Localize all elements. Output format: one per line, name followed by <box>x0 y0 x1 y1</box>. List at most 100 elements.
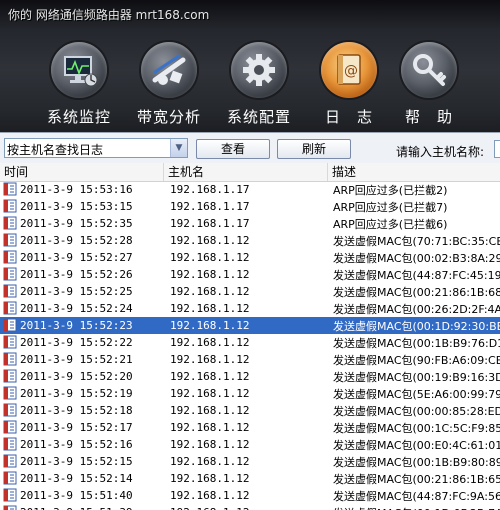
cell-host: 192.168.1.12 <box>170 370 250 383</box>
cell-host: 192.168.1.17 <box>170 217 250 230</box>
column-header-desc[interactable]: 描述 <box>328 163 500 181</box>
cell-host: 192.168.1.12 <box>170 353 250 366</box>
table-row[interactable]: 2011-3-9 15:52:16 192.168.1.12 发送虚假MAC包(00… <box>0 436 500 453</box>
table-row[interactable]: 2011-3-9 15:52:22 192.168.1.12 发送虚假MAC包(00… <box>0 334 500 351</box>
cell-time: 2011-3-9 15:52:19 <box>20 387 133 400</box>
cell-desc: 发送虚假MAC包(00:1D:92:30:BE <box>333 320 500 333</box>
cell-host: 192.168.1.12 <box>170 336 250 349</box>
log-entry-icon <box>3 233 17 247</box>
cell-desc: 发送虚假MAC包(00:02:B3:8A:29 <box>333 252 500 265</box>
log-entry-icon <box>3 369 17 383</box>
cell-time: 2011-3-9 15:52:26 <box>20 268 133 281</box>
cell-time: 2011-3-9 15:52:35 <box>20 217 133 230</box>
column-header-host[interactable]: 主机名 <box>164 163 328 181</box>
log-entry-icon <box>3 301 17 315</box>
log-entry-icon <box>3 454 17 468</box>
table-row[interactable]: 2011-3-9 15:52:23 192.168.1.12 发送虚假MAC包(00… <box>0 317 500 334</box>
svg-text:@: @ <box>344 63 358 79</box>
cell-desc: 发送虚假MAC包(44:87:FC:45:19 <box>333 269 500 282</box>
monitor-icon <box>51 42 107 98</box>
cell-host: 192.168.1.12 <box>170 455 250 468</box>
search-mode-select[interactable]: 按主机名查找日志 ▼ <box>4 138 188 158</box>
log-entry-icon <box>3 267 17 281</box>
cell-host: 192.168.1.12 <box>170 234 250 247</box>
cell-desc: 发送虚假MAC包(90:FB:A6:09:CE <box>333 354 500 367</box>
cell-time: 2011-3-9 15:52:24 <box>20 302 133 315</box>
refresh-button[interactable]: 刷新 <box>277 139 351 159</box>
cell-time: 2011-3-9 15:51:40 <box>20 489 133 502</box>
table-row[interactable]: 2011-3-9 15:52:14 192.168.1.12 发送虚假MAC包(00… <box>0 470 500 487</box>
cell-host: 192.168.1.12 <box>170 489 250 502</box>
table-row[interactable]: 2011-3-9 15:52:24 192.168.1.12 发送虚假MAC包(00… <box>0 300 500 317</box>
cell-host: 192.168.1.12 <box>170 387 250 400</box>
cell-host: 192.168.1.17 <box>170 183 250 196</box>
cell-time: 2011-3-9 15:53:15 <box>20 200 133 213</box>
log-entry-icon <box>3 488 17 502</box>
cell-host: 192.168.1.12 <box>170 285 250 298</box>
gear-icon <box>231 42 287 98</box>
nav-label: 带宽分析 <box>136 108 201 126</box>
log-entry-icon <box>3 437 17 451</box>
table-row[interactable]: 2011-3-9 15:52:15 192.168.1.12 发送虚假MAC包(00… <box>0 453 500 470</box>
nav-system-config[interactable]: 系统配置 <box>214 40 304 130</box>
nav-bandwidth-analysis[interactable]: 带宽分析 <box>124 40 214 130</box>
table-row[interactable]: 2011-3-9 15:52:19 192.168.1.12 发送虚假MAC包(5E… <box>0 385 500 402</box>
cell-time: 2011-3-9 15:52:28 <box>20 234 133 247</box>
cell-host: 192.168.1.12 <box>170 472 250 485</box>
cell-host: 192.168.1.12 <box>170 302 250 315</box>
cell-time: 2011-3-9 15:52:20 <box>20 370 133 383</box>
cell-time: 2011-3-9 15:51:39 <box>20 506 133 510</box>
nav-log[interactable]: @ 日 志 <box>304 40 394 130</box>
table-row[interactable]: 2011-3-9 15:51:39 192.168.1.12 发送虚假MAC包(00… <box>0 504 500 510</box>
table-row[interactable]: 2011-3-9 15:53:16 192.168.1.17 ARP回应过多(已拦截… <box>0 181 500 198</box>
nav-label: 系统配置 <box>226 108 291 126</box>
cell-desc: ARP回应过多(已拦截7) <box>333 201 448 214</box>
log-book-icon: @ <box>321 42 377 98</box>
cell-desc: ARP回应过多(已拦截6) <box>333 218 448 231</box>
column-header-time[interactable]: 时间 <box>0 163 164 181</box>
cell-time: 2011-3-9 15:52:17 <box>20 421 133 434</box>
cell-host: 192.168.1.12 <box>170 319 250 332</box>
table-row[interactable]: 2011-3-9 15:52:35 192.168.1.17 ARP回应过多(已拦截… <box>0 215 500 232</box>
cell-host: 192.168.1.12 <box>170 506 249 510</box>
cell-desc: 发送虚假MAC包(00:21:86:1B:65 <box>333 473 500 486</box>
cell-time: 2011-3-9 15:52:25 <box>20 285 133 298</box>
table-row[interactable]: 2011-3-9 15:52:28 192.168.1.12 发送虚假MAC包(70… <box>0 232 500 249</box>
table-row[interactable]: 2011-3-9 15:52:26 192.168.1.12 发送虚假MAC包(44… <box>0 266 500 283</box>
nav-label: 帮 助 <box>404 108 453 126</box>
table-row[interactable]: 2011-3-9 15:52:20 192.168.1.12 发送虚假MAC包(00… <box>0 368 500 385</box>
log-entry-icon <box>3 403 17 417</box>
host-name-label: 请输入主机名称: <box>396 145 485 159</box>
table-row[interactable]: 2011-3-9 15:53:15 192.168.1.17 ARP回应过多(已拦截… <box>0 198 500 215</box>
cell-desc: 发送虚假MAC包(00:1B:B9:76:D1 <box>333 337 500 350</box>
table-row[interactable]: 2011-3-9 15:52:18 192.168.1.12 发送虚假MAC包(00… <box>0 402 500 419</box>
log-entry-icon <box>3 471 17 485</box>
log-entry-icon <box>3 250 17 264</box>
nav-label: 日 志 <box>324 108 373 126</box>
table-row[interactable]: 2011-3-9 15:52:21 192.168.1.12 发送虚假MAC包(90… <box>0 351 500 368</box>
cell-time: 2011-3-9 15:52:27 <box>20 251 133 264</box>
table-row[interactable]: 2011-3-9 15:51:40 192.168.1.12 发送虚假MAC包(44… <box>0 487 500 504</box>
cell-host: 192.168.1.12 <box>170 421 250 434</box>
cell-host: 192.168.1.12 <box>170 268 250 281</box>
view-button[interactable]: 查看 <box>196 139 270 159</box>
log-entry-icon <box>3 335 17 349</box>
log-entry-icon <box>3 199 17 213</box>
log-entry-icon <box>3 182 17 196</box>
cell-desc: 发送虚假MAC包(00:21:86:1B:68 <box>333 286 500 299</box>
cell-time: 2011-3-9 15:52:16 <box>20 438 133 451</box>
table-row[interactable]: 2011-3-9 15:52:17 192.168.1.12 发送虚假MAC包(00… <box>0 419 500 436</box>
chevron-down-icon[interactable]: ▼ <box>170 139 187 157</box>
cell-time: 2011-3-9 15:52:14 <box>20 472 133 485</box>
host-name-input[interactable] <box>494 140 500 158</box>
cell-time: 2011-3-9 15:52:15 <box>20 455 133 468</box>
nav-label: 系统监控 <box>46 108 111 126</box>
log-entry-icon <box>3 216 17 230</box>
nav-system-monitor[interactable]: 系统监控 <box>34 40 124 130</box>
table-row[interactable]: 2011-3-9 15:52:25 192.168.1.12 发送虚假MAC包(00… <box>0 283 500 300</box>
log-entry-icon <box>3 420 17 434</box>
table-row[interactable]: 2011-3-9 15:52:27 192.168.1.12 发送虚假MAC包(00… <box>0 249 500 266</box>
cell-desc: 发送虚假MAC包(5E:A6:00:99:79 <box>333 388 500 401</box>
nav-help[interactable]: 帮 助 <box>384 40 474 130</box>
cell-desc: 发送虚假MAC包(00:26:2D:2F:4A <box>333 303 500 316</box>
